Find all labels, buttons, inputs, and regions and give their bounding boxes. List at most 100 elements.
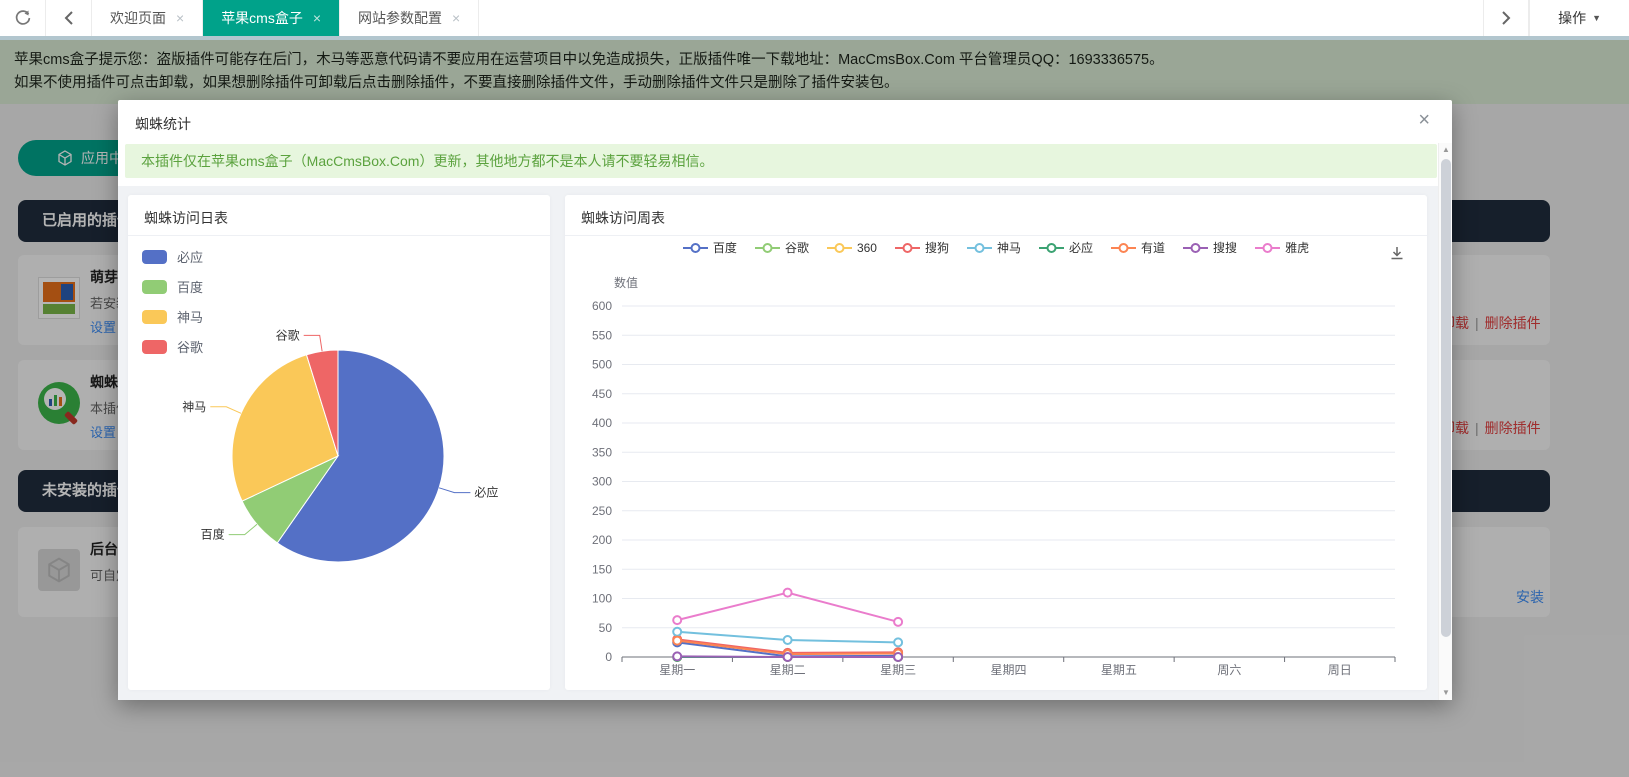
line-legend-item-百度[interactable]: 百度	[683, 239, 737, 256]
legend-marker	[1255, 242, 1280, 254]
data-point-神马[interactable]	[894, 638, 902, 646]
legend-marker	[755, 242, 780, 254]
tabbar-accent-strip	[0, 36, 1629, 40]
pie-legend: 必应百度神马谷歌	[142, 247, 203, 367]
data-point-神马[interactable]	[673, 628, 681, 636]
line-legend-item-雅虎[interactable]: 雅虎	[1255, 239, 1309, 256]
data-point-搜搜[interactable]	[894, 653, 902, 661]
y-tick-label: 450	[592, 387, 612, 401]
y-tick-label: 250	[592, 504, 612, 518]
weekly-line-card: 蜘蛛访问周表 百度谷歌360搜狗神马必应有道搜搜雅虎 0501001502002…	[565, 195, 1427, 690]
data-point-搜搜[interactable]	[673, 652, 681, 660]
refresh-button[interactable]	[0, 0, 46, 36]
app-root: 欢迎页面 × 苹果cms盒子 × 网站参数配置 × 操作 ▼ 苹果cms盒子提示…	[0, 0, 1629, 777]
tab-bar: 欢迎页面 × 苹果cms盒子 × 网站参数配置 × 操作 ▼	[0, 0, 1629, 36]
legend-swatch	[142, 250, 167, 264]
legend-marker	[1111, 242, 1136, 254]
legend-swatch	[142, 310, 167, 324]
line-legend-item-谷歌[interactable]: 谷歌	[755, 239, 809, 256]
modal-alert: 本插件仅在苹果cms盒子（MacCmsBox.Com）更新，其他地方都不是本人请…	[125, 144, 1437, 178]
legend-marker	[683, 242, 708, 254]
legend-label: 雅虎	[1285, 239, 1309, 256]
y-tick-label: 100	[592, 592, 612, 606]
daily-pie-card: 蜘蛛访问日表 必应百度神马谷歌 必应百度神马谷歌	[128, 195, 550, 690]
tabs-scroll-left-button[interactable]	[46, 0, 92, 36]
actions-dropdown[interactable]: 操作 ▼	[1529, 0, 1629, 36]
data-point-雅虎[interactable]	[673, 616, 681, 624]
data-point-雅虎[interactable]	[894, 618, 902, 626]
legend-swatch	[142, 280, 167, 294]
pie-label-line	[210, 407, 241, 414]
legend-marker	[827, 242, 852, 254]
legend-label: 神马	[997, 239, 1021, 256]
pie-label: 必应	[474, 485, 498, 500]
pie-legend-item-神马[interactable]: 神马	[142, 307, 203, 326]
tabs-scroll-right-button[interactable]	[1483, 0, 1529, 36]
line-legend-item-有道[interactable]: 有道	[1111, 239, 1165, 256]
line-legend-item-搜搜[interactable]: 搜搜	[1183, 239, 1237, 256]
legend-label: 360	[857, 241, 877, 255]
line-legend-item-神马[interactable]: 神马	[967, 239, 1021, 256]
legend-label: 搜狗	[925, 239, 949, 256]
tab-close-icon[interactable]: ×	[452, 10, 460, 26]
y-tick-label: 400	[592, 416, 612, 430]
pie-label: 谷歌	[276, 327, 300, 342]
tab-label: 网站参数配置	[358, 8, 442, 28]
y-tick-label: 600	[592, 299, 612, 313]
caret-down-icon: ▼	[1592, 13, 1601, 23]
x-tick-label: 星期二	[770, 663, 806, 677]
legend-label: 百度	[177, 277, 203, 296]
line-legend-item-必应[interactable]: 必应	[1039, 239, 1093, 256]
legend-label: 有道	[1141, 239, 1165, 256]
data-point-有道[interactable]	[673, 637, 681, 645]
legend-label: 必应	[1069, 239, 1093, 256]
tab-label: 欢迎页面	[110, 8, 166, 28]
pie-legend-item-谷歌[interactable]: 谷歌	[142, 337, 203, 356]
tab-welcome[interactable]: 欢迎页面 ×	[92, 0, 203, 36]
tab-maccms-box[interactable]: 苹果cms盒子 ×	[203, 0, 340, 36]
card-divider	[565, 235, 1427, 236]
pie-label-line	[304, 335, 322, 351]
scrollbar-thumb[interactable]	[1441, 159, 1451, 637]
pie-label-line	[229, 524, 257, 534]
pie-legend-item-百度[interactable]: 百度	[142, 277, 203, 296]
y-tick-label: 150	[592, 562, 612, 576]
scroll-down-arrow[interactable]: ▼	[1439, 686, 1453, 700]
scroll-up-arrow[interactable]: ▲	[1439, 143, 1453, 157]
x-tick-label: 星期三	[880, 663, 916, 677]
pie-label: 神马	[182, 400, 206, 414]
data-point-神马[interactable]	[784, 636, 792, 644]
tab-site-params[interactable]: 网站参数配置 ×	[340, 0, 479, 36]
y-tick-label: 500	[592, 358, 612, 372]
line-legend-item-搜狗[interactable]: 搜狗	[895, 239, 949, 256]
x-tick-label: 周日	[1328, 663, 1352, 677]
pie-label: 百度	[201, 527, 225, 542]
tab-close-icon[interactable]: ×	[313, 10, 321, 26]
y-tick-label: 0	[605, 650, 612, 664]
data-point-搜搜[interactable]	[784, 653, 792, 661]
y-tick-label: 350	[592, 445, 612, 459]
legend-label: 搜搜	[1213, 239, 1237, 256]
line-legend: 百度 谷歌 360 搜狗 神马 必应 有道 搜搜 雅虎	[565, 239, 1427, 256]
data-point-雅虎[interactable]	[784, 589, 792, 597]
x-tick-label: 星期四	[990, 663, 1026, 677]
tab-close-icon[interactable]: ×	[176, 10, 184, 26]
chevron-left-icon	[63, 10, 75, 26]
modal-alert-text: 本插件仅在苹果cms盒子（MacCmsBox.Com）更新，其他地方都不是本人请…	[141, 153, 713, 169]
chevron-right-icon	[1500, 10, 1512, 26]
pie-legend-item-必应[interactable]: 必应	[142, 247, 203, 266]
modal-close-button[interactable]: ×	[1418, 110, 1430, 130]
modal-header: 蜘蛛统计 ×	[118, 100, 1452, 143]
actions-label: 操作	[1558, 8, 1586, 28]
spider-stats-modal: 蜘蛛统计 × 本插件仅在苹果cms盒子（MacCmsBox.Com）更新，其他地…	[118, 100, 1452, 700]
legend-marker	[895, 242, 920, 254]
y-tick-label: 550	[592, 328, 612, 342]
legend-marker	[967, 242, 992, 254]
modal-scrollbar[interactable]: ▲ ▼	[1438, 143, 1452, 700]
line-legend-item-360[interactable]: 360	[827, 239, 877, 256]
line-chart: 050100150200250300350400450500550600数值星期…	[565, 265, 1427, 690]
tab-label: 苹果cms盒子	[221, 8, 303, 28]
download-chart-icon[interactable]	[1389, 245, 1405, 266]
x-tick-label: 周六	[1217, 663, 1241, 677]
legend-label: 百度	[713, 239, 737, 256]
